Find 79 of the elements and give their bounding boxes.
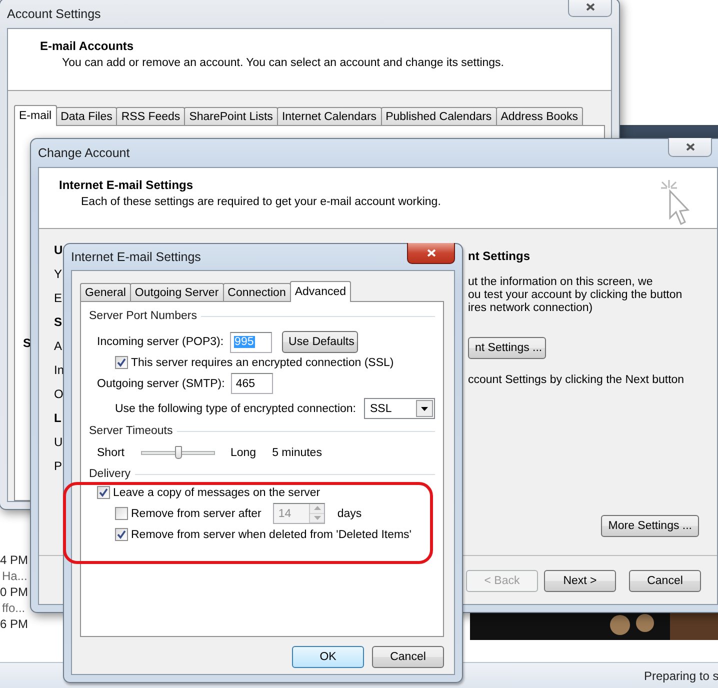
label-fragment: L: [54, 411, 62, 427]
checkbox-label[interactable]: Remove from server after: [115, 507, 262, 520]
tab[interactable]: SharePoint Lists: [184, 107, 278, 125]
port-field[interactable]: 465: [230, 373, 273, 394]
use-defaults-button[interactable]: Use Defaults: [282, 331, 358, 353]
label-fragment: P: [54, 459, 64, 475]
close-button[interactable]: [668, 138, 712, 157]
checkmark-icon: [117, 358, 126, 367]
tab[interactable]: RSS Feeds: [116, 107, 186, 125]
label-fragment: A: [54, 339, 64, 355]
section-description: You can add or remove an account. You can select an account and change its settings.: [61, 57, 504, 69]
label-fragment: U: [54, 435, 64, 451]
tab[interactable]: Address Books: [496, 107, 584, 125]
message-time: 0 PM: [0, 585, 30, 599]
checkmark-icon: [99, 488, 108, 497]
up-arrow-icon: [314, 506, 321, 510]
unit-label: days: [337, 508, 362, 520]
label-fragment: S: [54, 315, 64, 331]
window-title: Change Account: [38, 146, 130, 160]
tab[interactable]: Outgoing Server: [130, 283, 224, 301]
section-heading: E-mail Accounts: [40, 39, 135, 53]
message-preview: Ha...: [2, 569, 28, 583]
label-fragment: S: [23, 336, 32, 350]
group-heading: Delivery: [89, 468, 131, 480]
slider-label: Short: [97, 446, 124, 458]
slider-thumb[interactable]: [174, 446, 182, 459]
timeout-value: 5 minutes: [272, 446, 322, 458]
tab[interactable]: Published Calendars: [380, 107, 497, 125]
field-label: Outgoing server (SMTP):: [97, 378, 225, 390]
info-text-line: ires network connection): [468, 302, 594, 315]
status-text: Preparing to s: [644, 668, 718, 682]
close-button[interactable]: [407, 243, 455, 264]
checkbox[interactable]: [115, 507, 128, 520]
checkmark-icon: [117, 530, 126, 539]
message-time: 6 PM: [0, 617, 30, 631]
tab[interactable]: E-mail: [14, 105, 57, 126]
wizard-button[interactable]: Next >: [544, 570, 616, 592]
dialog-button[interactable]: OK: [292, 646, 364, 668]
tab[interactable]: Internet Calendars: [276, 107, 382, 125]
close-icon: [686, 143, 694, 151]
tab[interactable]: Data Files: [56, 107, 118, 125]
tab[interactable]: Advanced: [290, 281, 352, 302]
group-heading: Server Timeouts: [89, 425, 173, 437]
checkbox-label[interactable]: Remove from server when deleted from 'Deleted Items': [115, 528, 412, 541]
checkbox[interactable]: [115, 528, 128, 541]
label-fragment: E: [54, 291, 64, 307]
field-label: Use the following type of encrypted connection:: [115, 402, 356, 414]
window-title: Internet E-mail Settings: [71, 250, 201, 264]
dropdown-icon: [416, 400, 433, 417]
section-heading: nt Settings: [468, 249, 531, 263]
close-icon: [586, 3, 594, 11]
section-heading: Internet E-mail Settings: [59, 178, 194, 192]
section-description: Each of these settings are required to get your e-mail account working.: [80, 196, 441, 208]
close-button[interactable]: [568, 0, 612, 17]
encryption-dropdown[interactable]: SSL: [364, 398, 435, 419]
down-arrow-icon: [314, 516, 321, 520]
checkbox[interactable]: [115, 356, 128, 369]
window-title: Account Settings: [7, 6, 101, 20]
tab[interactable]: Connection: [222, 283, 291, 301]
timeout-slider[interactable]: [140, 445, 214, 460]
info-text-line: ou test your account by clicking the button: [468, 289, 684, 302]
label-fragment: O: [54, 387, 64, 403]
more-settings-button[interactable]: More Settings ...: [601, 515, 699, 537]
slider-label: Long: [230, 446, 256, 458]
tab[interactable]: General: [80, 283, 131, 301]
checkbox[interactable]: [97, 486, 110, 499]
test-settings-button[interactable]: nt Settings ...: [468, 337, 546, 359]
message-time: 4 PM: [0, 553, 30, 567]
checkbox-label[interactable]: This server requires an encrypted connection (SSL): [115, 356, 394, 369]
info-text-line: ut the information on this screen, we: [468, 276, 654, 289]
label-fragment: Y: [54, 267, 64, 283]
wizard-button[interactable]: Cancel: [629, 570, 701, 592]
checkbox-label[interactable]: Leave a copy of messages on the server: [97, 486, 320, 499]
dialog-button[interactable]: Cancel: [372, 646, 444, 668]
info-text-line: ccount Settings by clicking the Next button: [468, 374, 686, 387]
group-heading: Server Port Numbers: [89, 310, 198, 322]
field-label: Incoming server (POP3):: [97, 336, 224, 348]
close-icon: [426, 249, 436, 257]
message-preview: ffo...: [2, 601, 26, 615]
